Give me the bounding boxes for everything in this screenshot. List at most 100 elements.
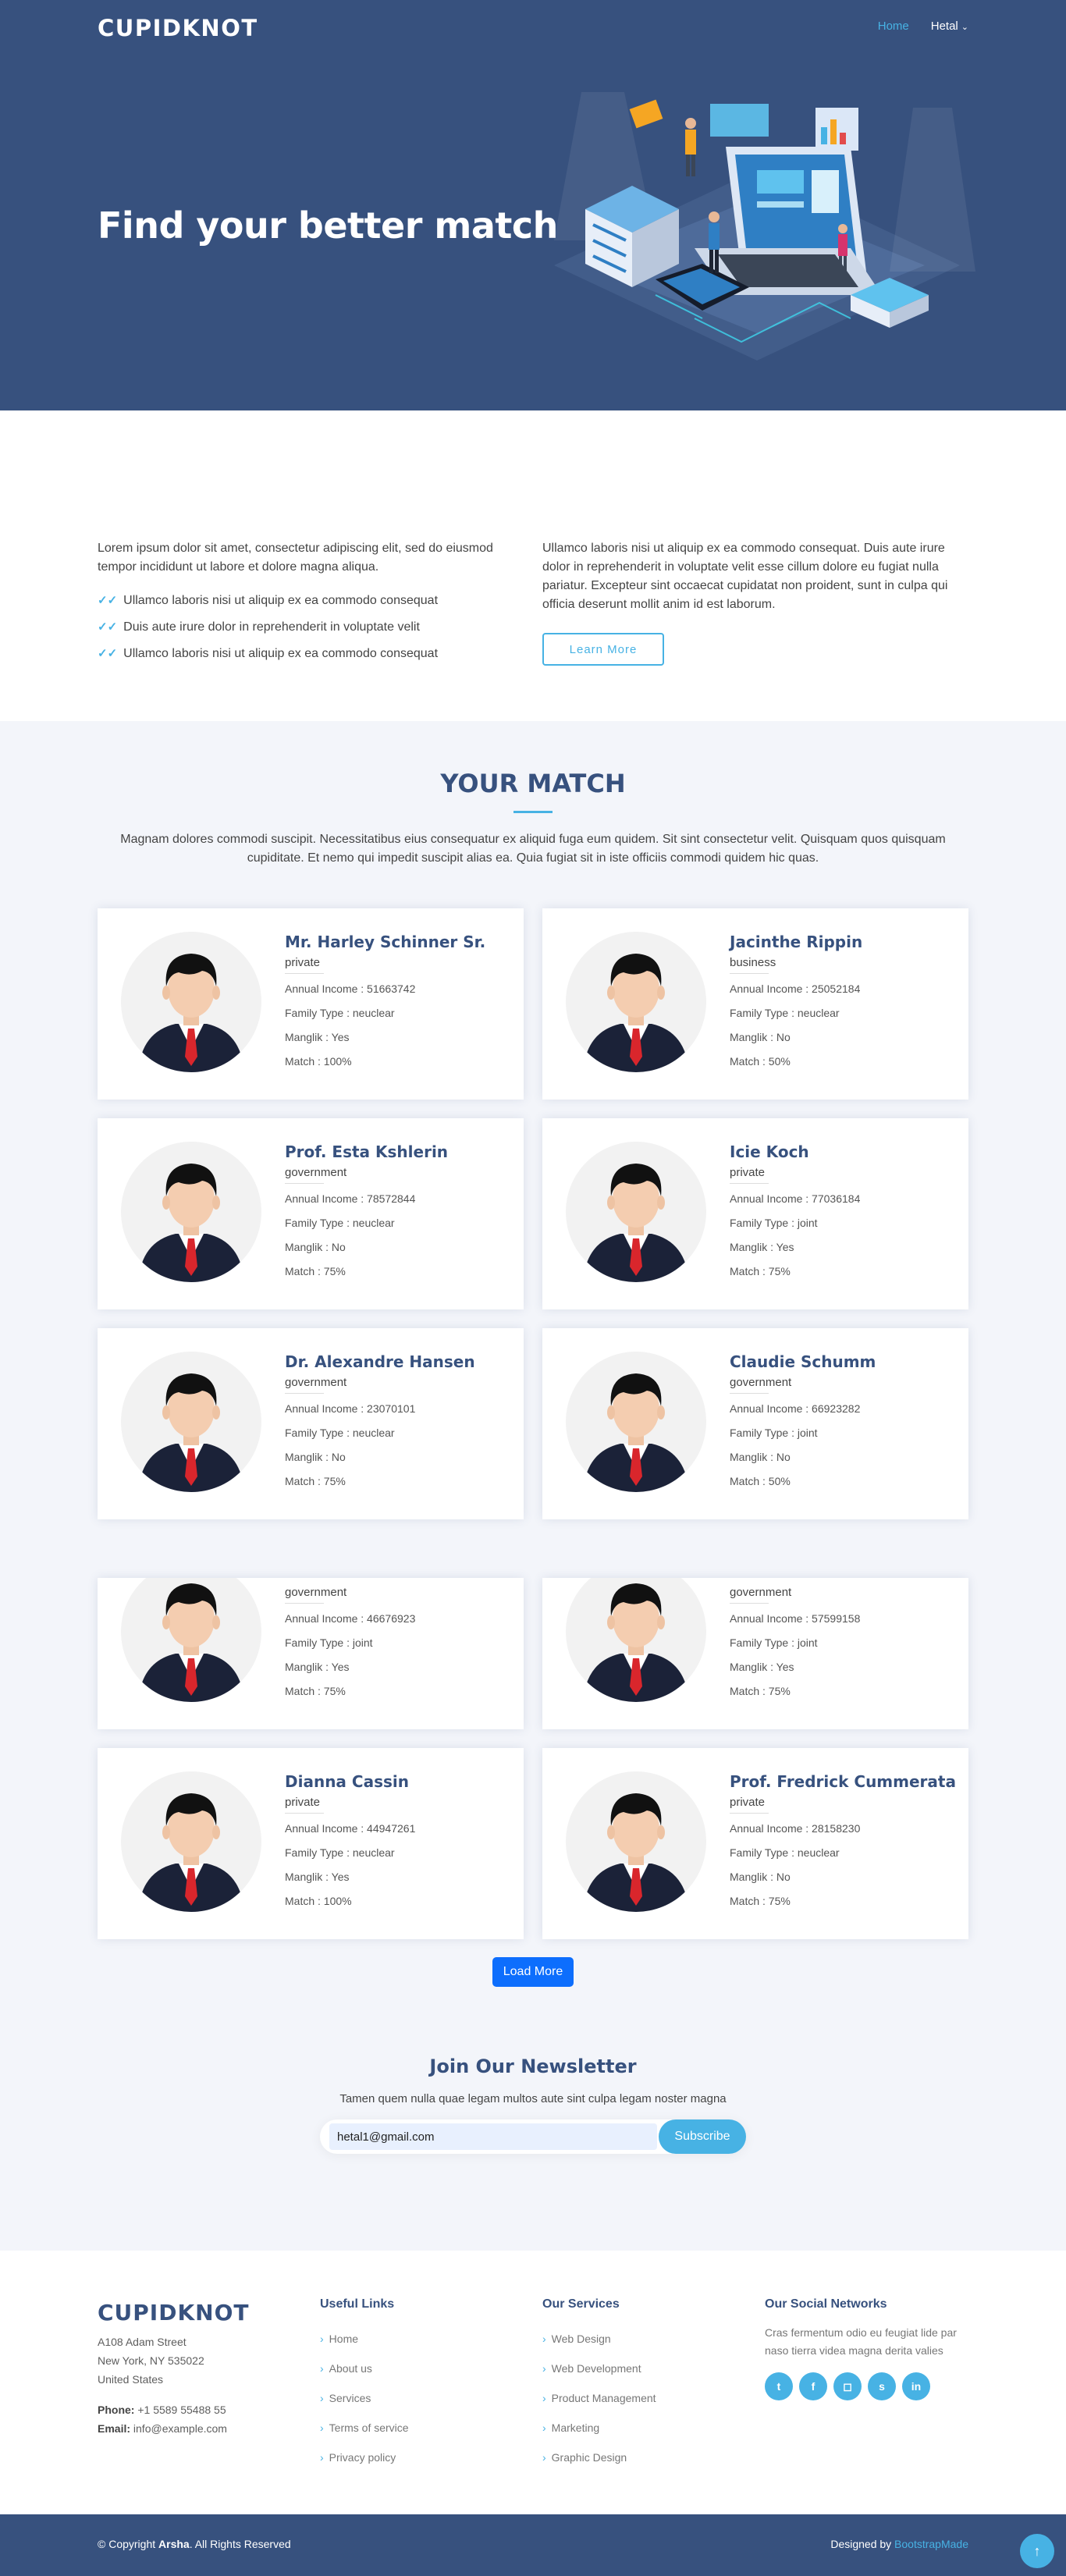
load-more-button[interactable]: Load More	[492, 1957, 574, 1987]
service-link[interactable]: › Product Management	[542, 2383, 656, 2413]
services-list: › Web Design › Web Development › Product Mana…	[542, 2324, 656, 2472]
profile-card[interactable]: Prof. Esta Kshlerin government Annual Inco…	[98, 1118, 524, 1309]
useful-links-list: › Home › About us › Services › Terms of service…	[320, 2324, 409, 2472]
profile-info: Dianna Cassin private Annual Income : 4494…	[285, 1770, 511, 1913]
profile-match: Match : 75%	[730, 1895, 791, 1907]
useful-link[interactable]: › Home	[320, 2324, 409, 2354]
profile-family-type: Family Type : joint	[730, 1427, 818, 1439]
chevron-down-icon: ⌄	[961, 23, 968, 32]
subscribe-button[interactable]: Subscribe	[659, 2119, 746, 2154]
profile-family-type: Family Type : neuclear	[285, 1427, 395, 1439]
profile-card[interactable]: Icie Koch private Annual Income : 77036184…	[542, 1118, 968, 1309]
header: CUPIDKNOT Home Hetal ⌄	[0, 0, 1066, 55]
service-link[interactable]: › Marketing	[542, 2413, 656, 2443]
twitter-icon[interactable]: t	[765, 2372, 793, 2400]
newsletter-form: Subscribe	[320, 2119, 746, 2154]
profile-manglik: Manglik : Yes	[285, 1661, 350, 1673]
profile-manglik: Manglik : No	[730, 1031, 791, 1043]
profile-manglik: Manglik : No	[285, 1451, 346, 1463]
copyright-brand: Arsha	[158, 2538, 190, 2550]
service-link[interactable]: › Web Development	[542, 2354, 656, 2383]
profile-occupation-type: government	[285, 1164, 511, 1187]
profile-occupation-type: business	[730, 954, 956, 977]
chevron-right-icon: ›	[542, 2451, 546, 2464]
service-link[interactable]: › Web Design	[542, 2324, 656, 2354]
profile-name[interactable]: Dr. Alexandre Hansen	[285, 1350, 511, 1373]
instagram-icon[interactable]: ◻	[833, 2372, 862, 2400]
profile-match: Match : 75%	[730, 1265, 791, 1277]
chevron-right-icon: ›	[320, 2362, 324, 2375]
profile-card[interactable]: Jacinthe Rippin business Annual Income : 2…	[542, 908, 968, 1100]
hero-title: Find your better match	[98, 204, 558, 247]
linkedin-icon[interactable]: in	[902, 2372, 930, 2400]
address-line: New York, NY 535022	[98, 2354, 204, 2367]
about-right-text: Ullamco laboris nisi ut aliquip ex ea co…	[542, 542, 948, 611]
profile-info: government Annual Income : 57599158 Family…	[730, 1578, 956, 1704]
avatar	[566, 1578, 706, 1702]
credits-link[interactable]: BootstrapMade	[894, 2538, 968, 2550]
avatar	[121, 1578, 261, 1702]
social-links: t f ◻ s in	[765, 2372, 960, 2400]
match-section: YOUR MATCH Magnam dolores commodi suscip…	[0, 721, 1066, 2026]
skype-icon[interactable]: s	[868, 2372, 896, 2400]
profile-name[interactable]: Icie Koch	[730, 1140, 956, 1164]
email-label: Email:	[98, 2422, 131, 2435]
profile-name[interactable]: Mr. Harley Schinner Sr.	[285, 930, 511, 954]
about-list-text: Ullamco laboris nisi ut aliquip ex ea co…	[123, 594, 439, 607]
profile-name[interactable]: Claudie Schumm	[730, 1350, 956, 1373]
profile-name[interactable]: Jacinthe Rippin	[730, 930, 956, 954]
profile-occupation-type: government	[285, 1583, 511, 1607]
profile-annual-income: Annual Income : 46676923	[285, 1612, 416, 1625]
newsletter-email-input[interactable]	[329, 2123, 657, 2150]
profile-name[interactable]: Prof. Fredrick Cummerata	[730, 1770, 956, 1793]
back-to-top-button[interactable]: ↑	[1020, 2534, 1054, 2568]
avatar-illustration	[566, 1352, 706, 1492]
avatar-illustration	[121, 1771, 261, 1912]
avatar	[121, 1352, 261, 1492]
profile-annual-income: Annual Income : 78572844	[285, 1192, 416, 1205]
profile-name[interactable]: Dianna Cassin	[285, 1770, 511, 1793]
hero-illustration	[554, 92, 975, 361]
useful-link[interactable]: › Services	[320, 2383, 409, 2413]
profile-match: Match : 75%	[730, 1685, 791, 1697]
avatar-illustration	[566, 1142, 706, 1282]
about-left-column: Lorem ipsum dolor sit amet, consectetur …	[98, 539, 523, 667]
facebook-icon[interactable]: f	[799, 2372, 827, 2400]
profile-card[interactable]: Claudie Schumm government Annual Income : …	[542, 1328, 968, 1519]
profile-manglik: Manglik : Yes	[730, 1241, 794, 1253]
social-text: Cras fermentum odio eu feugiat lide par …	[765, 2326, 957, 2357]
profile-name[interactable]	[730, 1578, 956, 1583]
title-underline	[513, 811, 553, 813]
profile-name[interactable]: Prof. Esta Kshlerin	[285, 1140, 511, 1164]
profile-card[interactable]: government Annual Income : 57599158 Family…	[542, 1578, 968, 1729]
copyright-suffix: . All Rights Reserved	[189, 2538, 291, 2550]
useful-link[interactable]: › Terms of service	[320, 2413, 409, 2443]
profile-name[interactable]	[285, 1578, 511, 1583]
profile-card[interactable]: Dr. Alexandre Hansen government Annual Inc…	[98, 1328, 524, 1519]
profile-card[interactable]: government Annual Income : 46676923 Family…	[98, 1578, 524, 1729]
about-list-item: ✓✓ Ullamco laboris nisi ut aliquip ex ea …	[98, 641, 523, 667]
profile-info: Dr. Alexandre Hansen government Annual Inc…	[285, 1350, 511, 1494]
profile-annual-income: Annual Income : 44947261	[285, 1822, 416, 1835]
profile-card[interactable]: Mr. Harley Schinner Sr. private Annual Inc…	[98, 908, 524, 1100]
site-logo[interactable]: CUPIDKNOT	[98, 15, 258, 41]
profile-card[interactable]: Prof. Fredrick Cummerata private Annual In…	[542, 1748, 968, 1939]
match-section-description: Magnam dolores commodi suscipit. Necessi…	[120, 833, 946, 865]
about-list-item: ✓✓ Ullamco laboris nisi ut aliquip ex ea …	[98, 588, 523, 614]
copyright-prefix: © Copyright	[98, 2538, 159, 2550]
profile-occupation-type: government	[730, 1583, 956, 1607]
profile-occupation-type: government	[285, 1373, 511, 1397]
useful-link[interactable]: › About us	[320, 2354, 409, 2383]
nav-user-menu[interactable]: Hetal ⌄	[931, 20, 968, 33]
learn-more-button[interactable]: Learn More	[542, 633, 664, 666]
avatar	[121, 1771, 261, 1912]
service-link-label: Web Development	[551, 2362, 641, 2375]
about-list-text: Ullamco laboris nisi ut aliquip ex ea co…	[123, 647, 439, 660]
useful-link[interactable]: › Privacy policy	[320, 2443, 409, 2472]
nav-home[interactable]: Home	[878, 20, 909, 33]
profile-match: Match : 100%	[285, 1055, 352, 1068]
profile-card[interactable]: Dianna Cassin private Annual Income : 4494…	[98, 1748, 524, 1939]
service-link[interactable]: › Graphic Design	[542, 2443, 656, 2472]
avatar	[566, 1142, 706, 1282]
chevron-right-icon: ›	[320, 2421, 324, 2434]
